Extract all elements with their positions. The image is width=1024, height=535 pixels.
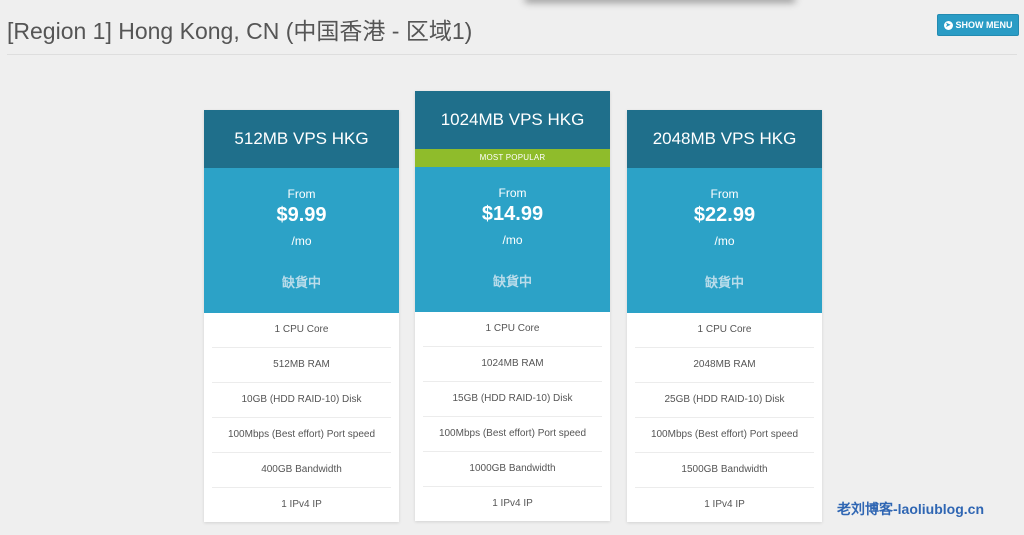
- feature-item: 25GB (HDD RAID-10) Disk: [635, 383, 814, 418]
- plan-card-2048mb[interactable]: 2048MB VPS HKG From $22.99 /mo 缺貨中 1 CPU…: [627, 110, 822, 522]
- price-period: /mo: [291, 234, 312, 248]
- feature-list: 1 CPU Core 2048MB RAM 25GB (HDD RAID-10)…: [627, 313, 822, 522]
- feature-item: 100Mbps (Best effort) Port speed: [212, 418, 391, 453]
- price-amount: $22.99: [693, 204, 756, 226]
- feature-item: 1 CPU Core: [212, 313, 391, 348]
- plan-card-512mb[interactable]: 512MB VPS HKG From $9.99 /mo 缺貨中 1 CPU C…: [204, 110, 399, 522]
- plan-name: 2048MB VPS HKG: [627, 110, 822, 168]
- feature-item: 1 CPU Core: [423, 312, 602, 347]
- stock-status: 缺貨中: [492, 274, 532, 289]
- feature-item: 10GB (HDD RAID-10) Disk: [212, 383, 391, 418]
- show-menu-button[interactable]: ➤ SHOW MENU: [937, 14, 1019, 36]
- feature-list: 1 CPU Core 512MB RAM 10GB (HDD RAID-10) …: [204, 313, 399, 522]
- stock-status: 缺貨中: [704, 275, 744, 290]
- feature-item: 2048MB RAM: [635, 348, 814, 383]
- watermark: 老刘博客-laoliublog.cn: [837, 501, 984, 517]
- feature-item: 1 IPv4 IP: [281, 499, 322, 510]
- price-box: From $22.99 /mo 缺貨中: [627, 168, 822, 313]
- price-period: /mo: [502, 233, 523, 247]
- feature-item: 1000GB Bandwidth: [423, 452, 602, 487]
- feature-item: 1024MB RAM: [423, 347, 602, 382]
- feature-item: 100Mbps (Best effort) Port speed: [635, 418, 814, 453]
- stock-status: 缺貨中: [281, 275, 321, 290]
- price-period: /mo: [714, 234, 735, 248]
- arrow-circle-right-icon: ➤: [943, 20, 953, 30]
- feature-item: 1 CPU Core: [635, 313, 814, 348]
- price-from-label: From: [710, 187, 739, 201]
- price-box: From $14.99 /mo 缺貨中: [415, 167, 610, 312]
- feature-item: 1 IPv4 IP: [704, 499, 745, 510]
- feature-list: 1 CPU Core 1024MB RAM 15GB (HDD RAID-10)…: [415, 312, 610, 521]
- feature-item: 400GB Bandwidth: [212, 453, 391, 488]
- plan-name: 1024MB VPS HKG: [415, 91, 610, 149]
- plan-name: 512MB VPS HKG: [204, 110, 399, 168]
- price-amount: $9.99: [276, 204, 327, 226]
- price-amount: $14.99: [481, 203, 544, 225]
- price-from-label: From: [498, 186, 527, 200]
- plan-card-1024mb[interactable]: 1024MB VPS HKG MOST POPULAR From $14.99 …: [415, 91, 610, 521]
- title-divider: [7, 54, 1017, 55]
- feature-item: 512MB RAM: [212, 348, 391, 383]
- page-title: [Region 1] Hong Kong, CN (中国香港 - 区域1): [7, 18, 473, 44]
- show-menu-label: SHOW MENU: [955, 20, 1013, 30]
- most-popular-badge: MOST POPULAR: [415, 149, 610, 167]
- feature-item: 1 IPv4 IP: [492, 498, 533, 509]
- feature-item: 100Mbps (Best effort) Port speed: [423, 417, 602, 452]
- feature-item: 15GB (HDD RAID-10) Disk: [423, 382, 602, 417]
- price-from-label: From: [287, 187, 316, 201]
- price-box: From $9.99 /mo 缺貨中: [204, 168, 399, 313]
- feature-item: 1500GB Bandwidth: [635, 453, 814, 488]
